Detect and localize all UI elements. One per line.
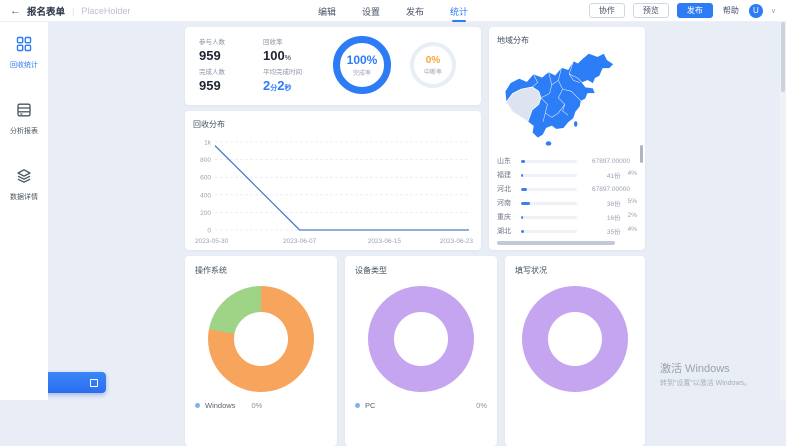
metric-value: 959 bbox=[199, 78, 263, 93]
watermark-line1: 激活 Windows bbox=[660, 360, 751, 376]
hainan-island bbox=[546, 141, 552, 145]
legend-item[interactable]: PC 0% bbox=[355, 401, 487, 410]
minimize-icon[interactable] bbox=[90, 379, 98, 387]
metric-completed: 完成人数 959 bbox=[199, 66, 263, 96]
region-row[interactable]: 河北 67897.00000 bbox=[497, 182, 637, 196]
sidebar-item-label: 分析报表 bbox=[10, 126, 38, 136]
region-bar bbox=[521, 230, 577, 233]
windows-activation-watermark: 激活 Windows 转到“设置”以激活 Windows。 bbox=[660, 360, 751, 388]
chevron-down-icon[interactable]: ∨ bbox=[771, 7, 776, 15]
card-title: 地域分布 bbox=[497, 35, 637, 46]
region-bar bbox=[521, 174, 577, 177]
region-bar bbox=[521, 202, 577, 205]
metric-label: 回收率 bbox=[263, 36, 353, 46]
region-bar bbox=[521, 216, 577, 219]
svg-text:1k: 1k bbox=[204, 140, 212, 147]
os-distribution-card: 操作系统 Windows 0% bbox=[185, 256, 337, 446]
sidebar-item-label: 数据详情 bbox=[10, 192, 38, 202]
region-row[interactable]: 河南 38份5% bbox=[497, 196, 637, 210]
svg-text:0: 0 bbox=[207, 228, 211, 235]
sidebar-item-data-details[interactable]: 数据详情 bbox=[10, 168, 38, 202]
svg-text:800: 800 bbox=[200, 157, 211, 164]
region-list: 山东 67897.00000 福建 41份4% 河北 67897.00000 河… bbox=[497, 154, 637, 238]
ring-label: 中断率 bbox=[424, 67, 442, 76]
region-distribution-card: 地域分布 山东 67897.00000 bbox=[489, 27, 645, 250]
region-bar bbox=[521, 160, 577, 163]
tab-edit[interactable]: 编辑 bbox=[318, 0, 336, 22]
collaborate-button[interactable]: 协作 bbox=[589, 3, 625, 19]
nav-tabs: 编辑 设置 发布 统计 bbox=[318, 0, 468, 22]
svg-text:400: 400 bbox=[200, 192, 211, 199]
report-icon bbox=[16, 102, 32, 123]
legend-value: 0% bbox=[476, 401, 487, 410]
sidebar-item-label: 回收统计 bbox=[10, 60, 38, 70]
recovery-distribution-card: 回收分布 0 200 400 600 800 1k 2023-05-30 2023-06-07… bbox=[185, 111, 481, 250]
publish-button[interactable]: 发布 bbox=[677, 3, 713, 19]
region-list-scrollbar[interactable] bbox=[640, 145, 643, 163]
svg-text:2023-06-07: 2023-06-07 bbox=[283, 238, 317, 245]
topbar: ← 报名表单 | PlaceHolder 编辑 设置 发布 统计 协作 预览 发… bbox=[0, 0, 786, 22]
legend-dot-icon bbox=[355, 403, 360, 408]
card-title: 设备类型 bbox=[355, 265, 487, 276]
device-donut-chart[interactable] bbox=[368, 286, 474, 392]
region-row[interactable]: 重庆 16份2% bbox=[497, 210, 637, 224]
legend-label: Windows bbox=[205, 401, 235, 410]
metric-value: 959 bbox=[199, 48, 263, 63]
region-row[interactable]: 湖北 35份4% bbox=[497, 224, 637, 238]
region-list-hscrollbar[interactable] bbox=[497, 241, 615, 245]
page-scrollbar[interactable] bbox=[780, 0, 786, 400]
tab-statistics[interactable]: 统计 bbox=[450, 0, 468, 22]
back-arrow-icon[interactable]: ← bbox=[10, 5, 21, 17]
document-title: 报名表单 bbox=[27, 4, 65, 18]
summary-stats-card: 参与人数 959 回收率 100% 完成人数 959 平均完成时间 2分2秒 1… bbox=[185, 27, 481, 105]
metric-label: 参与人数 bbox=[199, 36, 263, 46]
metric-label: 完成人数 bbox=[199, 66, 263, 76]
sidebar-item-collection-stats[interactable]: 回收统计 bbox=[10, 36, 38, 70]
ring-value: 100% bbox=[347, 53, 378, 67]
legend-value: 0% bbox=[251, 401, 262, 410]
card-title: 填写状况 bbox=[515, 265, 635, 276]
svg-text:2023-06-15: 2023-06-15 bbox=[368, 238, 402, 245]
svg-text:2023-05-30: 2023-05-30 bbox=[195, 238, 229, 245]
card-title: 操作系统 bbox=[195, 265, 327, 276]
os-donut-chart[interactable] bbox=[208, 286, 314, 392]
tab-settings[interactable]: 设置 bbox=[362, 0, 380, 22]
watermark-line2: 转到“设置”以激活 Windows。 bbox=[660, 378, 751, 388]
legend-dot-icon bbox=[195, 403, 200, 408]
svg-text:2023-06-23: 2023-06-23 bbox=[440, 238, 474, 245]
abort-rate-ring: 0% 中断率 bbox=[410, 42, 456, 88]
region-row[interactable]: 山东 67897.00000 bbox=[497, 154, 637, 168]
svg-text:200: 200 bbox=[200, 210, 211, 217]
legend-item[interactable]: Windows 0% bbox=[195, 401, 327, 410]
ring-value: 0% bbox=[426, 55, 440, 66]
svg-text:600: 600 bbox=[200, 175, 211, 182]
taiwan-island bbox=[574, 121, 577, 127]
metric-unit: % bbox=[285, 55, 291, 62]
completion-rate-ring: 100% 完成率 bbox=[333, 36, 391, 94]
title-divider: | bbox=[72, 6, 74, 16]
preview-button[interactable]: 预览 bbox=[633, 3, 669, 19]
china-map[interactable] bbox=[498, 50, 636, 150]
region-bar bbox=[521, 188, 577, 191]
metric-value: 100 bbox=[263, 48, 285, 63]
sidebar-item-analysis-report[interactable]: 分析报表 bbox=[10, 102, 38, 136]
device-type-card: 设备类型 PC 0% bbox=[345, 256, 497, 446]
sidebar: 回收统计 分析报表 数据详情 bbox=[0, 22, 48, 400]
metric-participants: 参与人数 959 bbox=[199, 36, 263, 66]
ring-label: 完成率 bbox=[353, 68, 371, 77]
user-avatar[interactable]: U bbox=[749, 4, 763, 18]
region-row[interactable]: 福建 41份4% bbox=[497, 168, 637, 182]
legend-label: PC bbox=[365, 401, 375, 410]
card-title: 回收分布 bbox=[193, 119, 473, 130]
fill-status-card: 填写状况 bbox=[505, 256, 645, 446]
line-chart-svg[interactable]: 0 200 400 600 800 1k 2023-05-30 2023-06-07 2023-… bbox=[193, 132, 475, 252]
tab-publish[interactable]: 发布 bbox=[406, 0, 424, 22]
scrollbar-thumb[interactable] bbox=[781, 22, 785, 92]
document-subtitle[interactable]: PlaceHolder bbox=[81, 6, 130, 16]
fill-status-donut-chart[interactable] bbox=[522, 286, 628, 392]
help-button[interactable]: 帮助 bbox=[721, 4, 741, 18]
layers-icon bbox=[16, 168, 32, 189]
grid-icon bbox=[16, 36, 32, 57]
